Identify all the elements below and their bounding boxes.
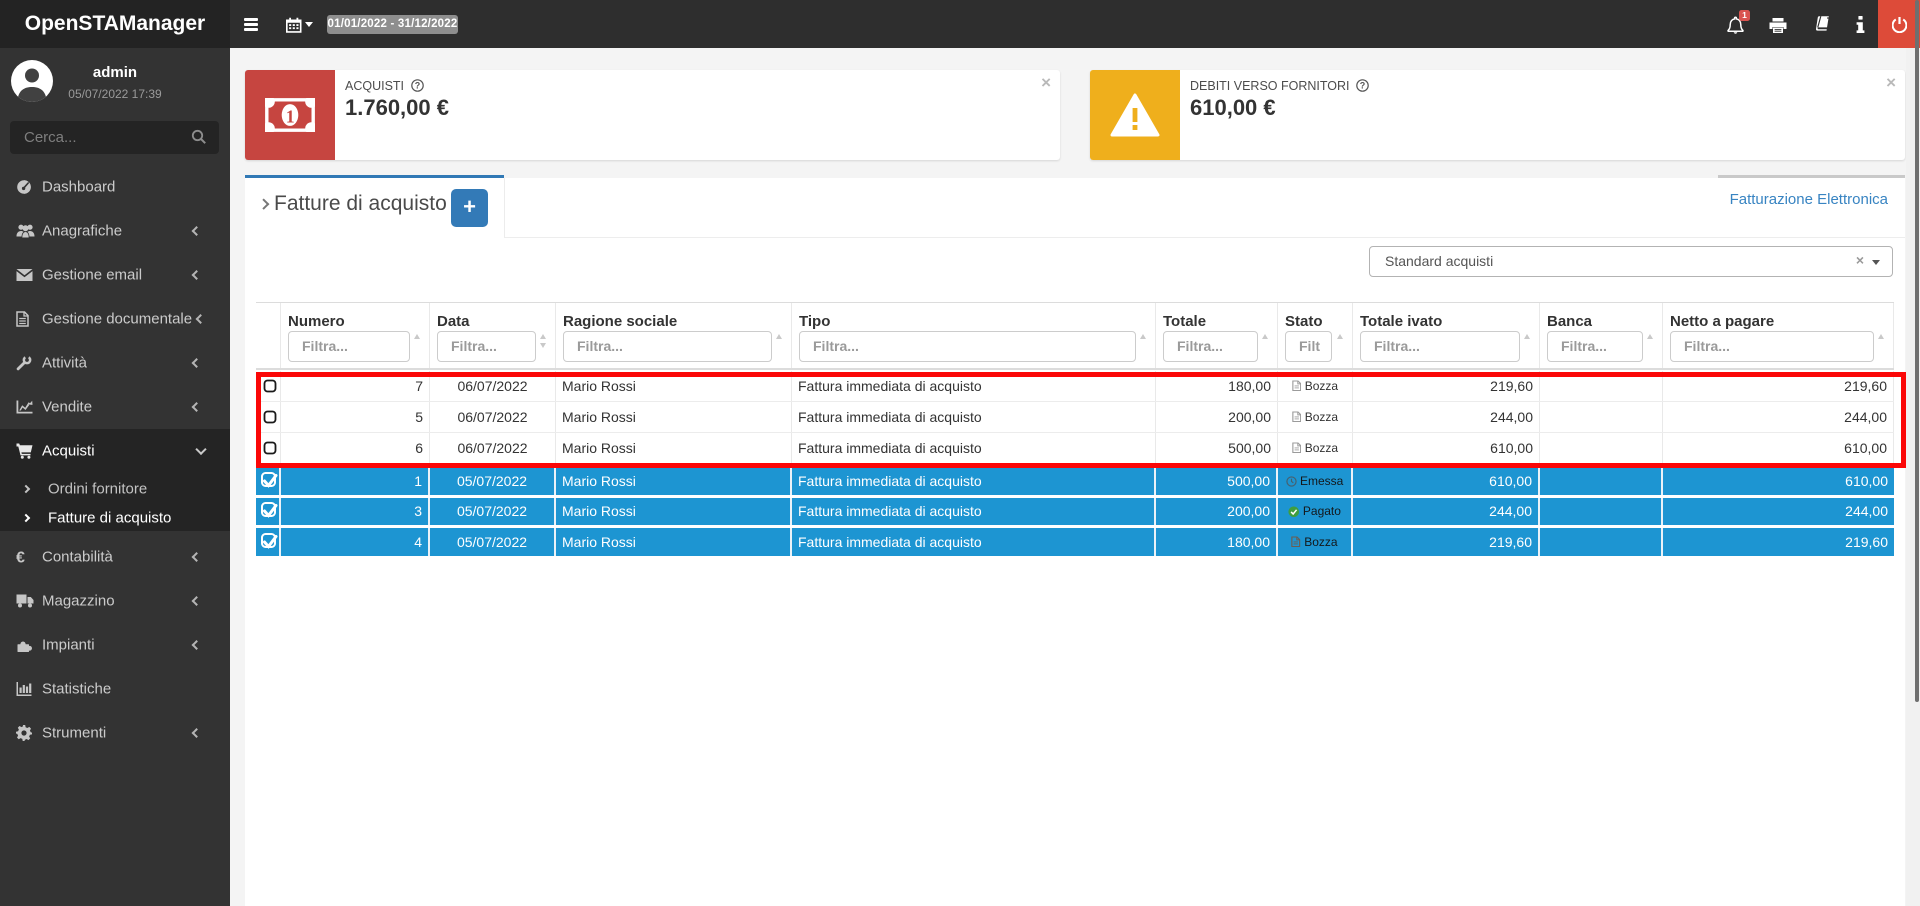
svg-text:?: ? — [415, 81, 421, 91]
svg-text:1: 1 — [286, 106, 295, 126]
svg-text:€: € — [16, 550, 25, 566]
svg-text:?: ? — [1360, 81, 1366, 91]
